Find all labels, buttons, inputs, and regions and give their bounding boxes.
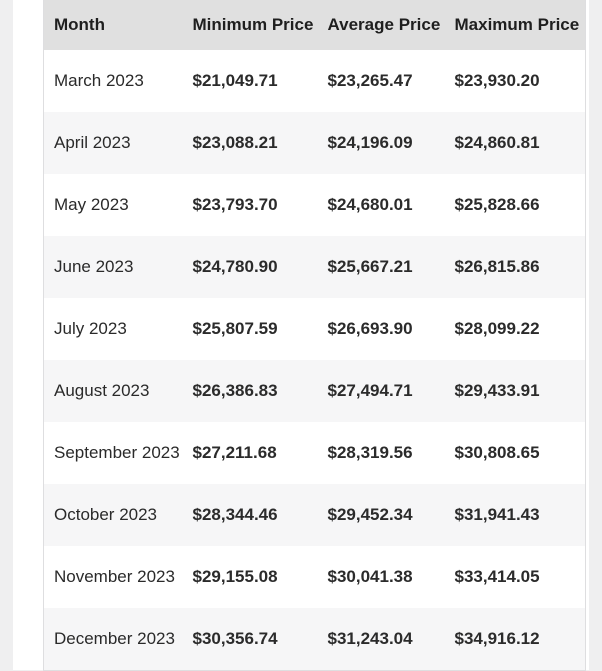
min-price-cell: $21,049.71 [192, 71, 278, 90]
table-row: December 2023 $30,356.74 $31,243.04 $34,916… [43, 608, 586, 671]
avg-price-cell: $25,667.21 [317, 236, 445, 298]
avg-price-cell: $26,693.90 [327, 319, 413, 338]
max-price-cell: $23,930.20 [454, 71, 540, 90]
month-cell: November 2023 [54, 567, 175, 586]
month-cell: August 2023 [43, 360, 183, 422]
min-price-cell: $23,793.70 [192, 195, 278, 214]
max-price-cell: $31,941.43 [444, 484, 586, 546]
max-price-cell: $28,099.22 [454, 319, 540, 338]
min-price-cell: $29,155.08 [192, 567, 278, 586]
max-price-cell: $26,815.86 [444, 236, 586, 298]
avg-price-cell: $28,319.56 [327, 443, 413, 462]
header-average-price: Average Price [317, 0, 445, 50]
max-price-cell: $34,916.12 [444, 608, 586, 671]
table-row: May 2023 $23,793.70 $24,680.01 $25,828.66 [44, 174, 586, 236]
month-cell: September 2023 [54, 443, 180, 462]
table-row: April 2023 $23,088.21 $24,196.09 $24,860.81 [43, 112, 586, 174]
table-row: July 2023 $25,807.59 $26,693.90 $28,099.22 [44, 298, 586, 360]
avg-price-cell: $29,452.34 [317, 484, 445, 546]
avg-price-cell: $30,041.38 [327, 567, 413, 586]
month-cell: December 2023 [43, 608, 183, 671]
header-minimum-price: Minimum Price [182, 0, 318, 50]
min-price-cell: $28,344.46 [182, 484, 318, 546]
table-row: October 2023 $28,344.46 $29,452.34 $31,941.… [43, 484, 586, 546]
header-month: Month [43, 0, 183, 50]
month-cell: June 2023 [43, 236, 183, 298]
avg-price-cell: $31,243.04 [317, 608, 445, 671]
avg-price-cell: $27,494.71 [317, 360, 445, 422]
max-price-cell: $25,828.66 [454, 195, 540, 214]
content-card: Month Minimum Price Average Price Maximu… [13, 0, 589, 671]
month-cell: July 2023 [54, 319, 127, 338]
min-price-cell: $23,088.21 [182, 112, 318, 174]
month-cell: April 2023 [43, 112, 183, 174]
month-cell: May 2023 [54, 195, 129, 214]
table-row: September 2023 $27,211.68 $28,319.56 $30,80… [44, 422, 586, 484]
max-price-cell: $30,808.65 [454, 443, 540, 462]
min-price-cell: $25,807.59 [192, 319, 278, 338]
max-price-cell: $33,414.05 [454, 567, 540, 586]
max-price-cell: $29,433.91 [444, 360, 586, 422]
table-row: November 2023 $29,155.08 $30,041.38 $33,414… [44, 546, 586, 608]
min-price-cell: $24,780.90 [182, 236, 318, 298]
avg-price-cell: $23,265.47 [327, 71, 413, 90]
avg-price-cell: $24,196.09 [317, 112, 445, 174]
avg-price-cell: $24,680.01 [327, 195, 413, 214]
month-cell: March 2023 [54, 71, 144, 90]
max-price-cell: $24,860.81 [444, 112, 586, 174]
min-price-cell: $30,356.74 [182, 608, 318, 671]
price-table: Month Minimum Price Average Price Maximu… [43, 0, 586, 671]
table-row: March 2023 $21,049.71 $23,265.47 $23,930.20 [44, 50, 586, 112]
min-price-cell: $26,386.83 [182, 360, 318, 422]
header-maximum-price: Maximum Price [444, 0, 586, 50]
table-row: June 2023 $24,780.90 $25,667.21 $26,815.86 [43, 236, 586, 298]
min-price-cell: $27,211.68 [192, 443, 277, 462]
month-cell: October 2023 [43, 484, 183, 546]
table-row: August 2023 $26,386.83 $27,494.71 $29,433.9… [43, 360, 586, 422]
table-header-row: Month Minimum Price Average Price Maximu… [43, 0, 586, 50]
